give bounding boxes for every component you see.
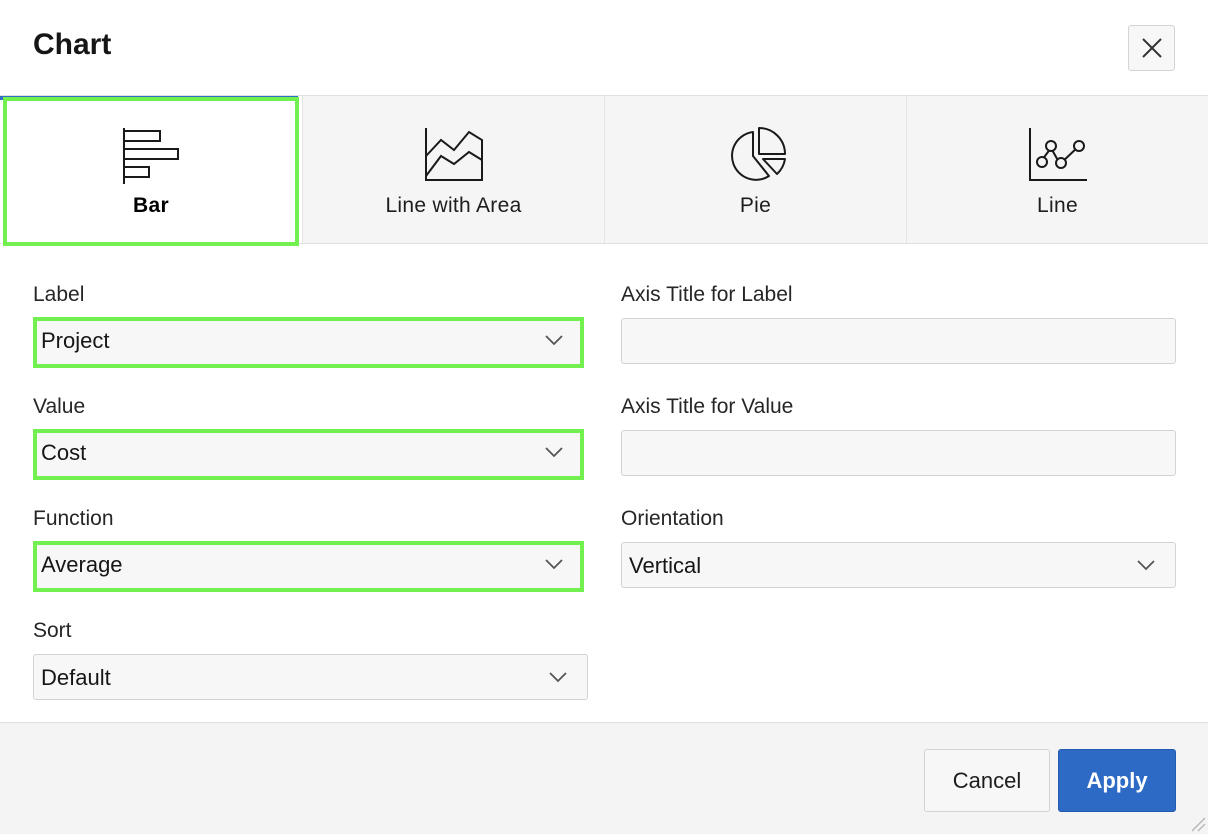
orientation-select-value: Vertical — [629, 553, 702, 578]
sort-select[interactable]: Default — [33, 654, 588, 700]
dialog-header: Chart — [0, 0, 1208, 96]
close-button[interactable] — [1128, 25, 1175, 71]
close-icon — [1141, 38, 1162, 58]
pie-chart-icon — [730, 127, 786, 181]
tab-label-line-with-area: Line with Area — [385, 194, 522, 217]
tab-label-line: Line — [1037, 194, 1078, 217]
orientation-field-label: Orientation — [621, 507, 724, 530]
value-select-value: Cost — [41, 440, 87, 465]
resize-handle-icon[interactable] — [1188, 814, 1206, 832]
label-select-value: Project — [41, 328, 110, 353]
line-chart-icon — [1028, 128, 1087, 181]
dialog-title: Chart — [33, 28, 112, 61]
chevron-down-icon — [545, 559, 563, 570]
function-select[interactable]: Average — [33, 541, 584, 592]
sort-field-label: Sort — [33, 619, 72, 642]
dialog-footer: Cancel Apply — [0, 722, 1208, 834]
value-select[interactable]: Cost — [33, 429, 584, 480]
value-field-label: Value — [33, 395, 86, 418]
orientation-select[interactable]: Vertical — [621, 542, 1176, 588]
cancel-button[interactable]: Cancel — [924, 749, 1050, 812]
tab-line[interactable]: Line — [906, 96, 1208, 243]
label-field-label: Label — [33, 283, 85, 306]
tab-label-pie: Pie — [739, 194, 772, 217]
chevron-down-icon — [1137, 560, 1155, 571]
axis-title-value-field-label: Axis Title for Value — [621, 395, 794, 418]
axis-title-label-field-label: Axis Title for Label — [621, 283, 793, 306]
label-select[interactable]: Project — [33, 317, 584, 368]
tab-line-with-area[interactable]: Line with Area — [302, 96, 604, 243]
tab-bar[interactable]: Bar — [0, 96, 302, 246]
chevron-down-icon — [545, 335, 563, 346]
chevron-down-icon — [549, 672, 567, 683]
chart-type-tabs: Bar Line with Area Pie Line — [0, 96, 1208, 246]
function-select-value: Average — [41, 552, 123, 577]
chevron-down-icon — [545, 447, 563, 458]
tab-pie[interactable]: Pie — [604, 96, 906, 243]
axis-title-value-input[interactable] — [621, 430, 1176, 476]
apply-button[interactable]: Apply — [1058, 749, 1176, 812]
sort-select-value: Default — [41, 665, 111, 690]
axis-title-label-input[interactable] — [621, 318, 1176, 364]
tab-highlight — [3, 97, 299, 246]
function-field-label: Function — [33, 507, 114, 530]
chart-dialog: Chart Bar Line with Area Pie Line Label … — [0, 0, 1208, 834]
line-area-chart-icon — [424, 128, 483, 181]
